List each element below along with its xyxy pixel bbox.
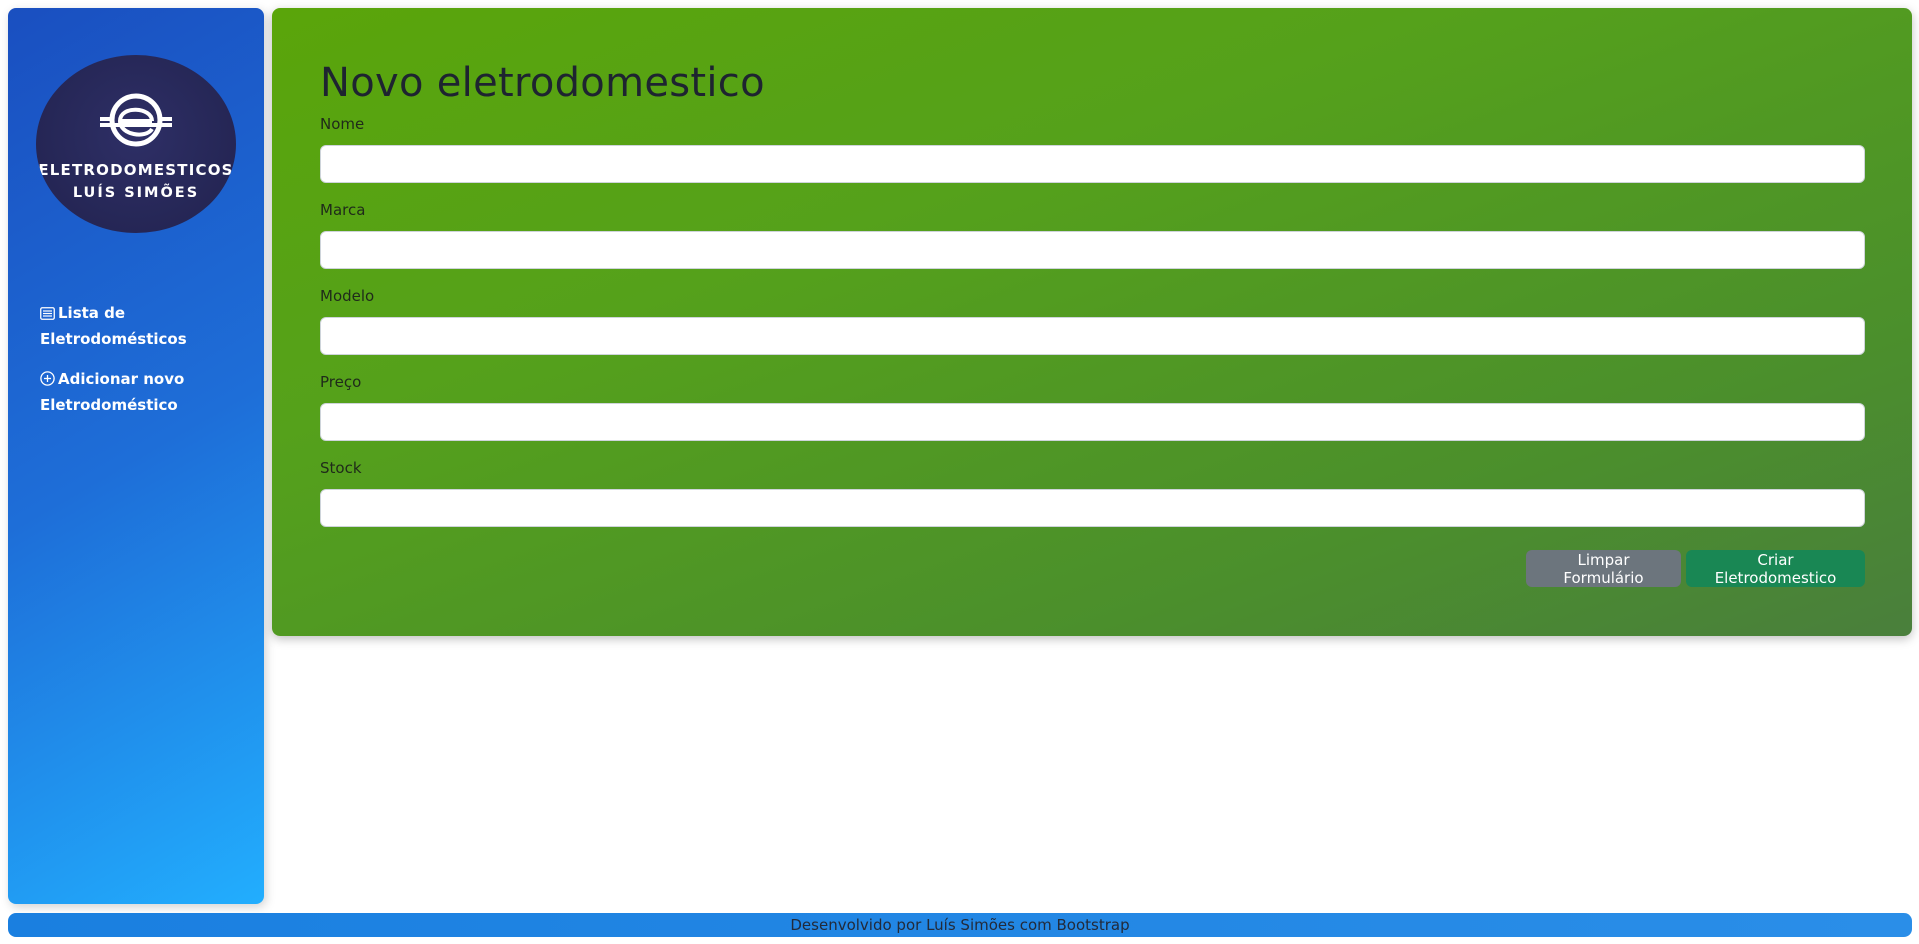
clear-form-button[interactable]: Limpar Formulário <box>1526 550 1681 587</box>
nome-label: Nome <box>320 115 365 133</box>
sidebar: ELETRODOMESTICOS LUÍS SIMÕES Lista de El… <box>8 8 264 904</box>
marca-input[interactable] <box>320 231 1865 269</box>
modelo-input[interactable] <box>320 317 1865 355</box>
sidebar-item-label: Lista de Eletrodomésticos <box>40 304 187 348</box>
stock-input[interactable] <box>320 489 1865 527</box>
new-appliance-form-card: Novo eletrodomestico Nome Marca Modelo P… <box>272 8 1912 636</box>
marca-label: Marca <box>320 201 366 219</box>
sidebar-item-adicionar[interactable]: Adicionar novo Eletrodoméstico <box>40 367 240 417</box>
nome-input[interactable] <box>320 145 1865 183</box>
create-appliance-button[interactable]: Criar Eletrodomestico <box>1686 550 1865 587</box>
preco-input[interactable] <box>320 403 1865 441</box>
brand-name: ELETRODOMESTICOS <box>38 161 234 179</box>
footer: Desenvolvido por Luís Simões com Bootstr… <box>8 913 1912 937</box>
footer-text: Desenvolvido por Luís Simões com Bootstr… <box>790 916 1130 934</box>
brand-logo[interactable]: ELETRODOMESTICOS LUÍS SIMÕES <box>36 55 236 233</box>
list-icon <box>40 303 55 327</box>
stock-label: Stock <box>320 459 362 477</box>
sidebar-nav: Lista de Eletrodomésticos Adicionar novo… <box>40 301 240 433</box>
page-title: Novo eletrodomestico <box>320 60 765 106</box>
brand-owner: LUÍS SIMÕES <box>72 185 200 201</box>
sidebar-item-lista[interactable]: Lista de Eletrodomésticos <box>40 301 240 351</box>
sidebar-item-label: Adicionar novo Eletrodoméstico <box>40 370 185 414</box>
modelo-label: Modelo <box>320 287 375 305</box>
e-circle-logo-icon <box>100 93 172 147</box>
plus-circle-icon <box>40 369 55 393</box>
preco-label: Preço <box>320 373 362 391</box>
